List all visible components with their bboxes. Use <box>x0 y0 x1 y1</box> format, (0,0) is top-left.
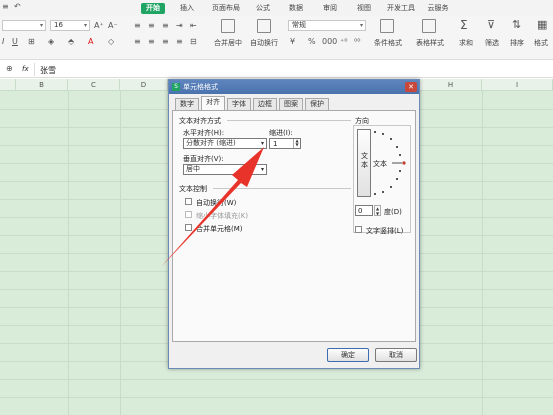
red-arrow-icon <box>161 147 264 267</box>
red-arrow-annotation <box>161 147 264 267</box>
